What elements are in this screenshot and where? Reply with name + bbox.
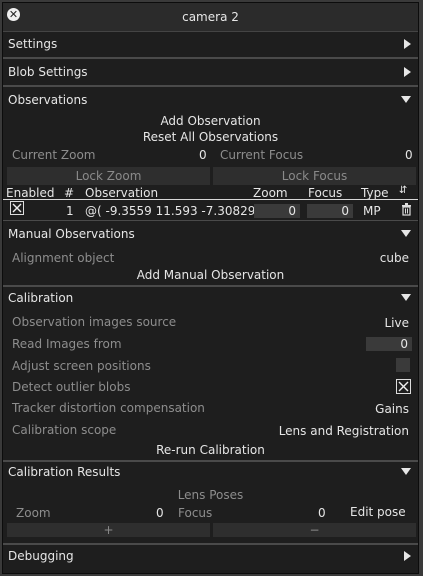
chevron-down-icon [401, 230, 411, 237]
section-blob-settings[interactable]: Blob Settings [3, 61, 418, 83]
title-bar[interactable]: ✕ camera 2 [3, 3, 418, 32]
col-type-header: Type [361, 186, 389, 200]
distortion-label: Tracker distortion compensation [12, 401, 205, 415]
row-type: MP [363, 204, 381, 218]
checkbox-checked-icon [12, 203, 22, 213]
add-observation-button[interactable]: Add Observation [3, 114, 418, 128]
detect-outlier-label: Detect outlier blobs [12, 380, 131, 394]
section-settings-label: Settings [8, 37, 58, 51]
section-settings[interactable]: Settings [3, 33, 418, 55]
lock-zoom-button[interactable]: Lock Zoom [7, 167, 210, 185]
window-title: camera 2 [182, 10, 239, 24]
col-zoom-header: Zoom [253, 186, 288, 200]
result-zoom-label: Zoom [16, 506, 51, 520]
adjust-screen-label: Adjust screen positions [12, 359, 151, 373]
section-manual-observations[interactable]: Manual Observations [3, 223, 418, 245]
section-debugging[interactable]: Debugging [3, 545, 418, 567]
section-observations-label: Observations [8, 93, 88, 107]
row-observation: @( -9.3559 11.593 -7.30829 ) [85, 204, 264, 218]
alignment-object-value[interactable]: cube [380, 251, 409, 265]
table-header-line [3, 199, 418, 200]
section-manual-label: Manual Observations [8, 227, 135, 241]
current-focus-value: 0 [405, 148, 413, 162]
remove-pose-button[interactable]: − [213, 523, 416, 537]
row-index: 1 [66, 204, 74, 218]
row-zoom-field[interactable]: 0 [254, 204, 300, 218]
chevron-right-icon [404, 67, 411, 77]
alignment-object-label: Alignment object [12, 251, 115, 265]
detect-outlier-checkbox[interactable] [396, 379, 411, 394]
read-images-label: Read Images from [12, 337, 122, 351]
result-focus-label: Focus [178, 506, 213, 520]
rerun-calibration-button[interactable]: Re-run Calibration [3, 443, 418, 457]
divider [3, 57, 418, 59]
current-zoom-value: 0 [199, 148, 207, 162]
section-debugging-label: Debugging [8, 549, 74, 563]
images-source-label: Observation images source [12, 315, 177, 329]
camera-panel: ✕ camera 2 Settings Blob Settings Observ… [2, 2, 419, 574]
col-focus-header: Focus [308, 186, 343, 200]
chevron-right-icon [404, 551, 411, 561]
calibration-scope-label: Calibration scope [12, 423, 117, 437]
divider [3, 220, 418, 221]
distortion-value[interactable]: Gains [375, 402, 409, 416]
section-calibration[interactable]: Calibration [3, 287, 418, 309]
read-images-field[interactable]: 0 [366, 337, 412, 351]
adjust-screen-checkbox[interactable] [396, 358, 410, 372]
sort-arrows-icon[interactable]: ⇵ [399, 185, 407, 196]
chevron-down-icon [401, 294, 411, 301]
col-observation-header: Observation [85, 186, 159, 200]
section-observations[interactable]: Observations [3, 89, 418, 111]
add-pose-button[interactable]: + [7, 523, 210, 537]
section-calibration-label: Calibration [8, 291, 74, 305]
calibration-scope-value[interactable]: Lens and Registration [279, 424, 409, 438]
section-blob-settings-label: Blob Settings [8, 65, 88, 79]
reset-observations-button[interactable]: Reset All Observations [3, 130, 418, 144]
section-calibration-results[interactable]: Calibration Results [3, 461, 418, 483]
col-enabled-header: Enabled [6, 186, 55, 200]
current-zoom-label: Current Zoom [12, 148, 96, 162]
col-index-header: # [64, 186, 75, 200]
row-focus-field[interactable]: 0 [307, 204, 353, 218]
result-focus-value: 0 [318, 506, 326, 520]
lens-poses-label: Lens Poses [177, 488, 244, 502]
section-calibration-results-label: Calibration Results [8, 465, 121, 479]
divider [3, 85, 418, 87]
images-source-value[interactable]: Live [384, 316, 409, 330]
lock-focus-button[interactable]: Lock Focus [213, 167, 416, 185]
row-enabled-checkbox[interactable] [10, 201, 24, 215]
add-manual-observation-button[interactable]: Add Manual Observation [3, 268, 418, 282]
result-zoom-value: 0 [156, 506, 164, 520]
chevron-down-icon [401, 96, 411, 103]
chevron-down-icon [401, 468, 411, 475]
chevron-right-icon [404, 39, 411, 49]
checkbox-checked-icon [398, 381, 409, 392]
edit-pose-button[interactable]: Edit pose [350, 505, 406, 519]
current-focus-label: Current Focus [220, 148, 304, 162]
trash-icon[interactable] [401, 203, 412, 219]
